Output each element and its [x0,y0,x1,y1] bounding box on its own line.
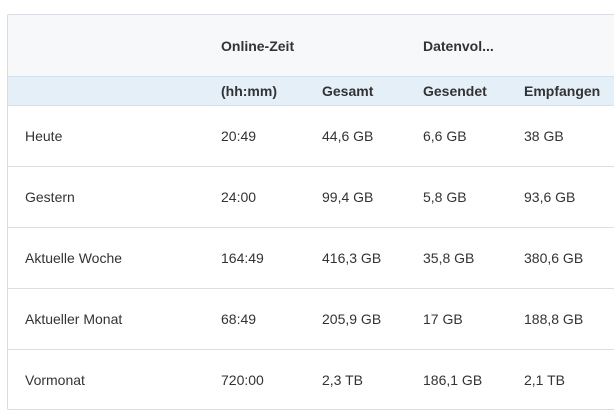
header-data-volume: Datenvol... [410,15,614,77]
sent-cell: 186,1 GB [423,372,483,388]
online-time-cell: 20:49 [208,105,309,167]
subheader-received: Empfangen [511,76,614,106]
sent-cell: 6,6 GB [410,105,511,167]
online-time-cell: 24:00 [208,166,309,228]
table-row: Heute 20:49 44,6 GB 6,6 GB 38 GB [8,105,614,167]
online-time-cell: 164:49 [208,227,309,289]
received-cell: 38 GB [511,105,614,167]
period-cell: Aktueller Monat [8,288,208,350]
table-row: Aktuelle Woche 164:49 416,3 GB 35,8 GB 3… [8,227,614,289]
online-counter-table: Online-Zeit Datenvol... (hh:mm) Gesamt G… [8,15,614,410]
table-header-row: Online-Zeit Datenvol... [8,15,614,77]
period-cell: Aktuelle Woche [8,227,208,289]
total-cell: 416,3 GB [309,227,410,289]
table-row: Vormonat 720:00 2,3 TB 186,1 GB 2,1 TB [8,350,614,410]
table-row: Aktueller Monat 68:49 205,9 GB 17 GB 188… [8,288,614,350]
header-empty-cell [8,15,208,77]
total-cell: 2,3 TB [322,372,363,388]
total-cell: 99,4 GB [309,166,410,228]
subheader-hhmm: (hh:mm) [208,76,309,106]
period-cell: Heute [8,105,208,167]
online-time-cell: 68:49 [208,288,309,350]
header-online-time: Online-Zeit [208,15,410,77]
subheader-total: Gesamt [309,76,410,106]
online-time-cell: 720:00 [221,372,264,388]
subheader-empty-cell [8,76,208,106]
received-cell: 188,8 GB [511,288,614,350]
received-cell: 380,6 GB [511,227,614,289]
sent-cell: 17 GB [410,288,511,350]
period-cell: Vormonat [25,372,85,388]
table-row: Gestern 24:00 99,4 GB 5,8 GB 93,6 GB [8,166,614,228]
online-counter-table-card: Online-Zeit Datenvol... (hh:mm) Gesamt G… [7,14,614,410]
sent-cell: 35,8 GB [410,227,511,289]
subheader-sent: Gesendet [410,76,511,106]
received-cell: 2,1 TB [524,372,565,388]
received-cell: 93,6 GB [511,166,614,228]
total-cell: 44,6 GB [309,105,410,167]
table-subheader-row: (hh:mm) Gesamt Gesendet Empfangen [8,76,614,106]
sent-cell: 5,8 GB [410,166,511,228]
total-cell: 205,9 GB [309,288,410,350]
period-cell: Gestern [8,166,208,228]
